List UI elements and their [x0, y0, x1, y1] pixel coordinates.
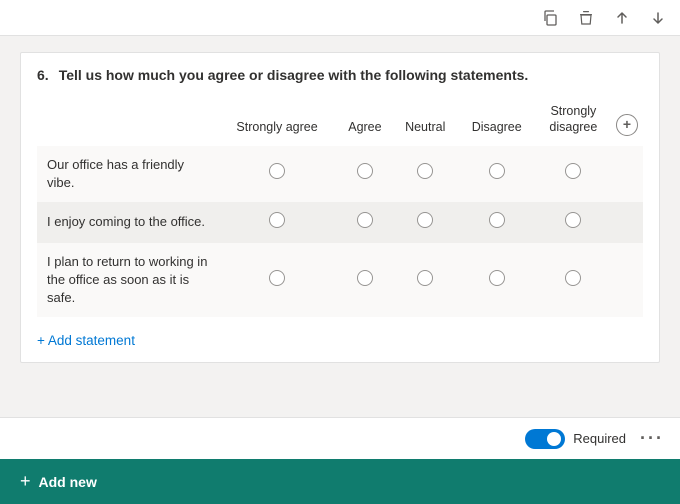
add-new-label: Add new: [39, 474, 97, 490]
statement-col-header: [37, 97, 217, 146]
question-text: Tell us how much you agree or disagree w…: [59, 67, 529, 83]
radio-agree[interactable]: [357, 212, 373, 228]
table-row: I plan to return to working in the offic…: [37, 243, 643, 318]
add-col-header: +: [611, 97, 643, 146]
add-new-bar: + Add new: [0, 459, 680, 504]
radio-cell: [536, 243, 611, 318]
radio-cell: [458, 146, 536, 202]
more-options-button[interactable]: ···: [640, 428, 664, 449]
main-content: 6. Tell us how much you agree or disagre…: [0, 36, 680, 417]
col-header-strongly-disagree: Stronglydisagree: [536, 97, 611, 146]
radio-cell: [217, 243, 337, 318]
radio-agree[interactable]: [357, 163, 373, 179]
radio-cell: [337, 146, 393, 202]
required-toggle-container: Required: [525, 429, 626, 449]
move-down-icon[interactable]: [648, 8, 668, 28]
radio-disagree[interactable]: [489, 212, 505, 228]
add-column-button[interactable]: +: [616, 114, 638, 136]
radio-cell: [393, 202, 458, 243]
radio-strongly-disagree[interactable]: [565, 270, 581, 286]
toolbar: [0, 0, 680, 36]
radio-cell: [217, 202, 337, 243]
table-row: Our office has a friendly vibe.: [37, 146, 643, 202]
toggle-knob: [547, 432, 561, 446]
statement-cell: I enjoy coming to the office.: [37, 202, 217, 243]
radio-cell: [337, 243, 393, 318]
add-new-icon: +: [20, 471, 31, 492]
question-block: 6. Tell us how much you agree or disagre…: [20, 52, 660, 363]
col-header-agree: Agree: [337, 97, 393, 146]
col-header-disagree: Disagree: [458, 97, 536, 146]
radio-strongly-disagree[interactable]: [565, 163, 581, 179]
question-header: 6. Tell us how much you agree or disagre…: [37, 67, 643, 83]
radio-strongly-agree[interactable]: [269, 163, 285, 179]
table-row: I enjoy coming to the office.: [37, 202, 643, 243]
radio-neutral[interactable]: [417, 163, 433, 179]
radio-cell: [458, 243, 536, 318]
add-statement-button[interactable]: + Add statement: [37, 329, 643, 352]
bottom-bar: Required ···: [0, 417, 680, 459]
required-label: Required: [573, 431, 626, 446]
col-header-neutral: Neutral: [393, 97, 458, 146]
required-toggle[interactable]: [525, 429, 565, 449]
add-new-button[interactable]: + Add new: [20, 471, 97, 492]
radio-cell: [393, 243, 458, 318]
statement-cell: I plan to return to working in the offic…: [37, 243, 217, 318]
radio-cell: [536, 146, 611, 202]
copy-icon[interactable]: [540, 8, 560, 28]
radio-agree[interactable]: [357, 270, 373, 286]
radio-strongly-agree[interactable]: [269, 270, 285, 286]
col-header-strongly-agree: Strongly agree: [217, 97, 337, 146]
radio-cell: [337, 202, 393, 243]
radio-cell: [217, 146, 337, 202]
radio-neutral[interactable]: [417, 212, 433, 228]
move-up-icon[interactable]: [612, 8, 632, 28]
radio-neutral[interactable]: [417, 270, 433, 286]
radio-cell: [458, 202, 536, 243]
empty-cell: [611, 146, 643, 202]
statement-cell: Our office has a friendly vibe.: [37, 146, 217, 202]
radio-disagree[interactable]: [489, 163, 505, 179]
radio-cell: [536, 202, 611, 243]
radio-cell: [393, 146, 458, 202]
likert-table: Strongly agree Agree Neutral Disagree St…: [37, 97, 643, 317]
delete-icon[interactable]: [576, 8, 596, 28]
question-number: 6.: [37, 67, 49, 83]
radio-strongly-agree[interactable]: [269, 212, 285, 228]
empty-cell: [611, 202, 643, 243]
radio-disagree[interactable]: [489, 270, 505, 286]
radio-strongly-disagree[interactable]: [565, 212, 581, 228]
empty-cell: [611, 243, 643, 318]
